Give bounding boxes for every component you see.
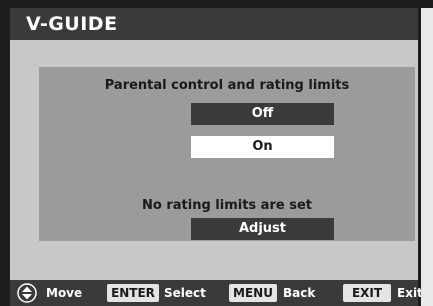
enter-key[interactable]: ENTER xyxy=(107,284,159,302)
select-label: Select xyxy=(164,286,206,300)
content-area: Parental control and rating limits Off O… xyxy=(10,40,418,280)
adjust-button[interactable]: Adjust xyxy=(191,218,334,240)
scrollbar[interactable] xyxy=(421,8,433,306)
back-label: Back xyxy=(283,286,316,300)
parental-control-panel: Parental control and rating limits Off O… xyxy=(39,67,415,241)
exit-key[interactable]: EXIT xyxy=(343,284,391,302)
exit-label: Exit xyxy=(397,286,423,300)
up-down-navigation-icon xyxy=(17,283,37,303)
move-label: Move xyxy=(46,286,83,300)
panel-heading: Parental control and rating limits xyxy=(104,78,350,93)
page-title: V-GUIDE xyxy=(10,8,418,40)
rating-status-text: No rating limits are set xyxy=(142,198,312,213)
option-on[interactable]: On xyxy=(191,136,334,158)
menu-key[interactable]: MENU xyxy=(229,284,277,302)
footer-hint-bar: Move ENTER Select MENU Back EXIT Exit xyxy=(10,280,423,306)
tv-screen: V-GUIDE Parental control and rating limi… xyxy=(0,0,433,306)
option-off[interactable]: Off xyxy=(191,103,334,125)
